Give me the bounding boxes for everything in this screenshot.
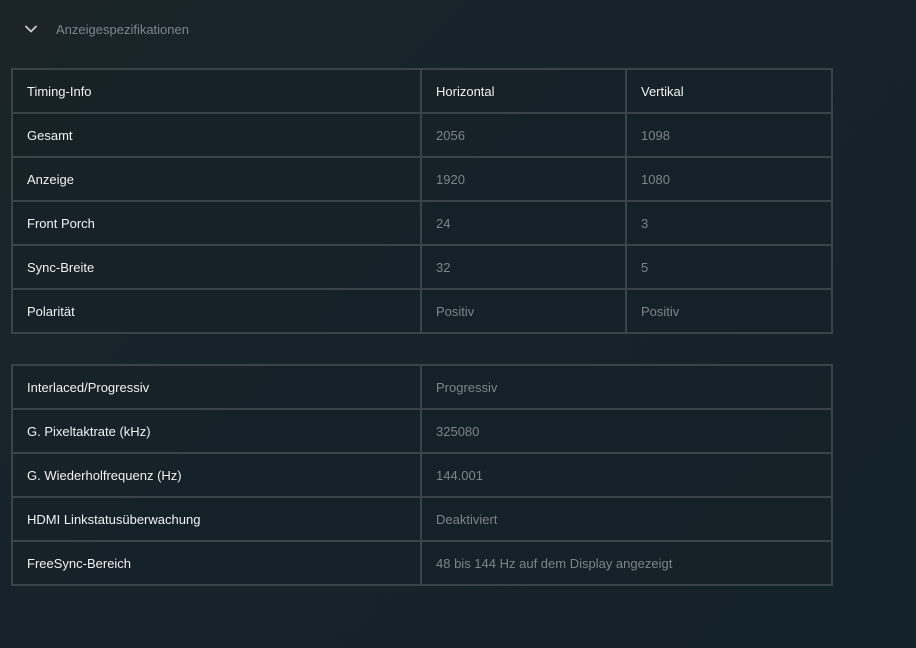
horizontal-value: 1920 xyxy=(420,156,627,202)
table-row: FreeSync-Bereich 48 bis 144 Hz auf dem D… xyxy=(11,540,833,586)
section-title: Anzeigespezifikationen xyxy=(56,21,189,37)
table-row: Anzeige 1920 1080 xyxy=(11,156,833,202)
row-label: Front Porch xyxy=(11,200,422,246)
table-row: Gesamt 2056 1098 xyxy=(11,112,833,158)
timing-table: Timing-Info Horizontal Vertikal Gesamt 2… xyxy=(11,68,833,334)
table-row: HDMI Linkstatusüberwachung Deaktiviert xyxy=(11,496,833,542)
column-header-horizontal: Horizontal xyxy=(420,68,627,114)
row-label: Polarität xyxy=(11,288,422,334)
row-value: 325080 xyxy=(420,408,833,454)
details-table: Interlaced/Progressiv Progressiv G. Pixe… xyxy=(11,364,833,586)
row-value: 48 bis 144 Hz auf dem Display angezeigt xyxy=(420,540,833,586)
column-header-timing-info: Timing-Info xyxy=(11,68,422,114)
row-label: HDMI Linkstatusüberwachung xyxy=(11,496,422,542)
table-row: G. Wiederholfrequenz (Hz) 144.001 xyxy=(11,452,833,498)
row-value: Progressiv xyxy=(420,364,833,410)
row-label: Gesamt xyxy=(11,112,422,158)
row-label: FreeSync-Bereich xyxy=(11,540,422,586)
row-value: 144.001 xyxy=(420,452,833,498)
horizontal-value: 24 xyxy=(420,200,627,246)
row-label: Anzeige xyxy=(11,156,422,202)
horizontal-value: 32 xyxy=(420,244,627,290)
horizontal-value: 2056 xyxy=(420,112,627,158)
column-header-vertikal: Vertikal xyxy=(625,68,833,114)
table-row: Interlaced/Progressiv Progressiv xyxy=(11,364,833,410)
horizontal-value: Positiv xyxy=(420,288,627,334)
table-row: Front Porch 24 3 xyxy=(11,200,833,246)
row-label: G. Pixeltaktrate (kHz) xyxy=(11,408,422,454)
chevron-down-icon[interactable] xyxy=(24,22,38,36)
row-label: G. Wiederholfrequenz (Hz) xyxy=(11,452,422,498)
vertical-value: 3 xyxy=(625,200,833,246)
vertical-value: Positiv xyxy=(625,288,833,334)
row-label: Interlaced/Progressiv xyxy=(11,364,422,410)
vertical-value: 5 xyxy=(625,244,833,290)
section-toggle-anzeigespezifikationen[interactable]: Anzeigespezifikationen xyxy=(24,18,189,40)
timing-header-row: Timing-Info Horizontal Vertikal xyxy=(11,68,833,114)
row-label: Sync-Breite xyxy=(11,244,422,290)
vertical-value: 1098 xyxy=(625,112,833,158)
row-value: Deaktiviert xyxy=(420,496,833,542)
table-row: Sync-Breite 32 5 xyxy=(11,244,833,290)
vertical-value: 1080 xyxy=(625,156,833,202)
table-row: G. Pixeltaktrate (kHz) 325080 xyxy=(11,408,833,454)
table-row: Polarität Positiv Positiv xyxy=(11,288,833,334)
